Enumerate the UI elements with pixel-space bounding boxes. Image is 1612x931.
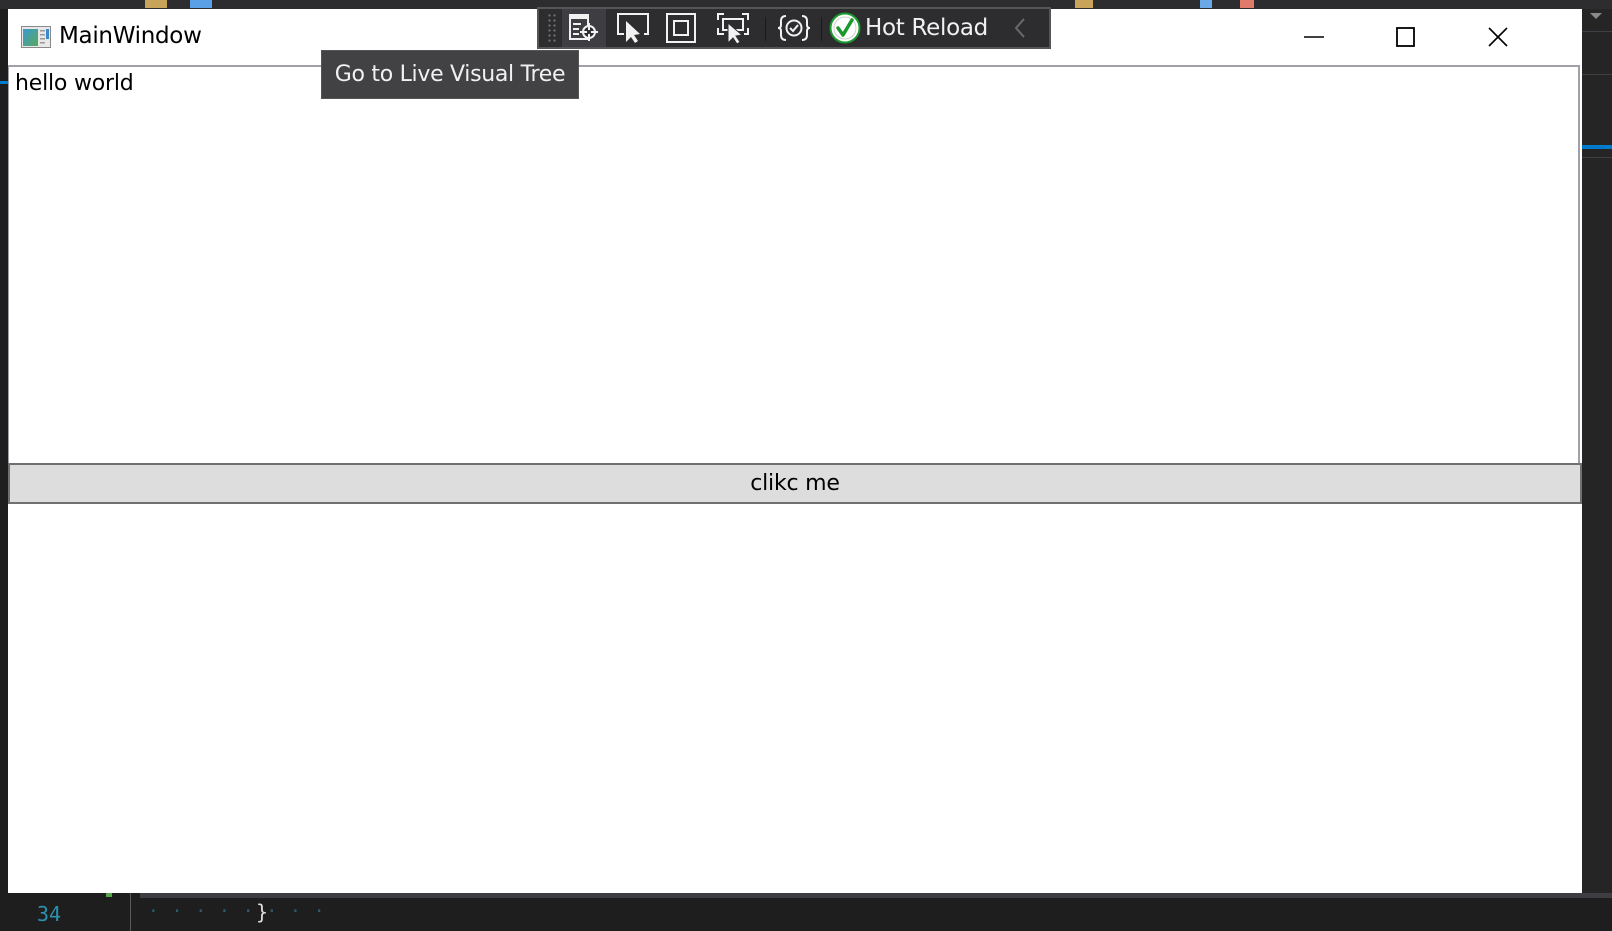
line-number: 34	[37, 902, 62, 926]
divider	[1582, 157, 1612, 158]
main-window: MainWindow hello world clikc me	[8, 9, 1582, 893]
minimize-button[interactable]	[1268, 9, 1360, 65]
vs-code-editor: 34 · · · · · · · · }	[0, 893, 1612, 931]
select-element-button[interactable]	[611, 9, 655, 47]
collapse-toolbar-button[interactable]	[1005, 9, 1035, 47]
binding-check-icon	[777, 15, 811, 41]
maximize-icon	[1396, 27, 1415, 47]
code-line[interactable]: }	[256, 900, 268, 924]
wpf-window-icon[interactable]	[21, 26, 51, 48]
track-focused-element-button[interactable]	[707, 9, 759, 47]
close-button[interactable]	[1452, 9, 1544, 65]
vs-tab-accent	[0, 81, 8, 84]
binding-failures-button[interactable]	[771, 9, 817, 47]
hello-textblock: hello world	[15, 71, 134, 96]
tooltip: Go to Live Visual Tree	[321, 50, 579, 99]
vs-toolbar-icon	[1240, 0, 1254, 8]
layout-adorners-icon	[666, 13, 696, 43]
track-focus-icon	[717, 13, 749, 44]
display-layout-adorners-button[interactable]	[659, 9, 703, 47]
dropdown-arrow-icon[interactable]	[1590, 13, 1602, 19]
hot-reload-button[interactable]: Hot Reload	[829, 9, 999, 47]
chevron-left-icon	[1014, 18, 1025, 38]
minimize-icon	[1304, 36, 1324, 38]
vs-right-panel	[1582, 9, 1612, 894]
hot-reload-ok-icon	[829, 12, 861, 44]
select-element-icon	[617, 13, 649, 43]
vs-left-panel	[0, 9, 8, 894]
text-panel: hello world	[8, 65, 1580, 463]
go-to-live-visual-tree-button[interactable]	[562, 9, 606, 47]
click-me-button[interactable]: clikc me	[8, 463, 1582, 504]
toolbar-separator	[765, 17, 766, 41]
vs-toolbar-icon	[1075, 0, 1093, 8]
divider	[1582, 74, 1612, 75]
toolbar-grip-handle[interactable]	[547, 13, 557, 43]
live-visual-tree-icon	[569, 14, 598, 41]
toolbar-separator	[821, 17, 822, 41]
vs-tab-accent	[1582, 145, 1612, 149]
gutter-divider	[130, 893, 131, 931]
change-marker	[106, 893, 112, 897]
window-content: hello world clikc me	[8, 65, 1582, 893]
vs-toolbar-icon	[190, 0, 212, 8]
close-icon	[1488, 27, 1508, 47]
hot-reload-label: Hot Reload	[865, 15, 988, 41]
whitespace-dots: · · · · · · · ·	[148, 901, 326, 922]
divider	[1582, 31, 1612, 32]
horizontal-scrollbar[interactable]	[140, 893, 1612, 898]
xaml-hot-reload-toolbar: Hot Reload	[537, 7, 1051, 49]
window-title: MainWindow	[59, 23, 202, 49]
vs-toolbar-icon	[145, 0, 167, 8]
vs-toolbar-icon	[1200, 0, 1212, 8]
maximize-button[interactable]	[1360, 9, 1452, 65]
